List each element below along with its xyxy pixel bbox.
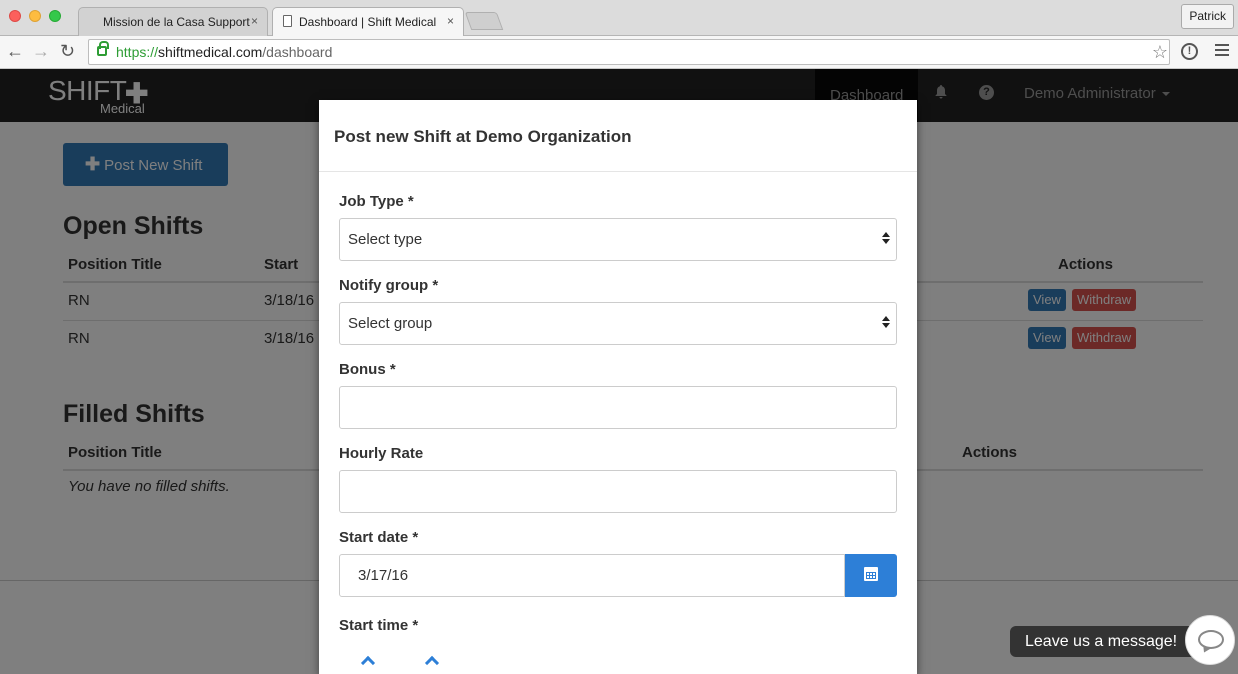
minimize-window-button[interactable] [29, 10, 41, 22]
browser-tab-mission[interactable]: Mission de la Casa Support × [78, 7, 268, 36]
reload-icon[interactable]: ↻ [60, 41, 75, 61]
notify-group-label: Notify group * [339, 277, 439, 294]
notify-group-select[interactable]: Select group [339, 302, 897, 345]
chat-bubble-icon [1198, 630, 1224, 649]
lock-icon [97, 41, 109, 56]
bonus-input[interactable] [339, 386, 897, 429]
hour-increment-chevron-up-icon[interactable] [360, 655, 376, 671]
info-icon[interactable]: ! [1181, 43, 1198, 60]
forward-arrow-icon[interactable]: → [32, 41, 50, 61]
url-host: shiftmedical.com [158, 44, 263, 60]
close-window-button[interactable] [9, 10, 21, 22]
calendar-button[interactable] [845, 554, 897, 597]
job-type-value: Select type [348, 231, 423, 248]
leave-message-label: Leave us a message! [1025, 633, 1178, 650]
bonus-label: Bonus * [339, 361, 396, 378]
address-bar[interactable]: https://shiftmedical.com/dashboard ☆ [88, 39, 1170, 65]
browser-tab-dashboard[interactable]: Dashboard | Shift Medical × [272, 7, 464, 37]
tab-title: Dashboard | Shift Medical [299, 15, 437, 29]
back-arrow-icon[interactable]: ← [6, 41, 24, 61]
hourly-rate-input[interactable] [339, 470, 897, 513]
url-scheme: https:// [116, 44, 159, 60]
select-arrows-icon [882, 316, 890, 328]
maximize-window-button[interactable] [49, 10, 61, 22]
job-type-select[interactable]: Select type [339, 218, 897, 261]
select-arrows-icon [882, 232, 890, 244]
chat-launcher[interactable] [1185, 615, 1235, 665]
job-type-label: Job Type * [339, 193, 414, 210]
star-icon[interactable]: ☆ [1152, 40, 1168, 64]
notify-group-value: Select group [348, 315, 433, 332]
tab-close-icon[interactable]: × [251, 14, 258, 28]
modal-header: Post new Shift at Demo Organization [319, 100, 917, 172]
profile-button[interactable]: Patrick [1181, 4, 1234, 29]
start-time-label: Start time * [339, 617, 419, 634]
minute-increment-chevron-up-icon[interactable] [424, 655, 440, 671]
hourly-rate-label: Hourly Rate [339, 445, 424, 462]
start-date-label: Start date * [339, 529, 419, 546]
menu-icon[interactable] [1215, 44, 1229, 59]
document-icon [283, 15, 292, 27]
calendar-icon [864, 567, 878, 581]
url-path: /dashboard [262, 44, 333, 60]
browser-tab-bar: Mission de la Casa Support × Dashboard |… [0, 0, 1238, 37]
post-shift-modal: Post new Shift at Demo Organization Job … [319, 100, 917, 674]
new-tab-button[interactable] [464, 12, 504, 30]
tab-title: Mission de la Casa Support [103, 15, 250, 29]
modal-title: Post new Shift at Demo Organization [334, 127, 632, 146]
tab-close-icon[interactable]: × [447, 14, 454, 28]
browser-toolbar: ← → ↻ https://shiftmedical.com/dashboard… [0, 36, 1238, 69]
start-date-input[interactable]: 3/17/16 [339, 554, 845, 597]
